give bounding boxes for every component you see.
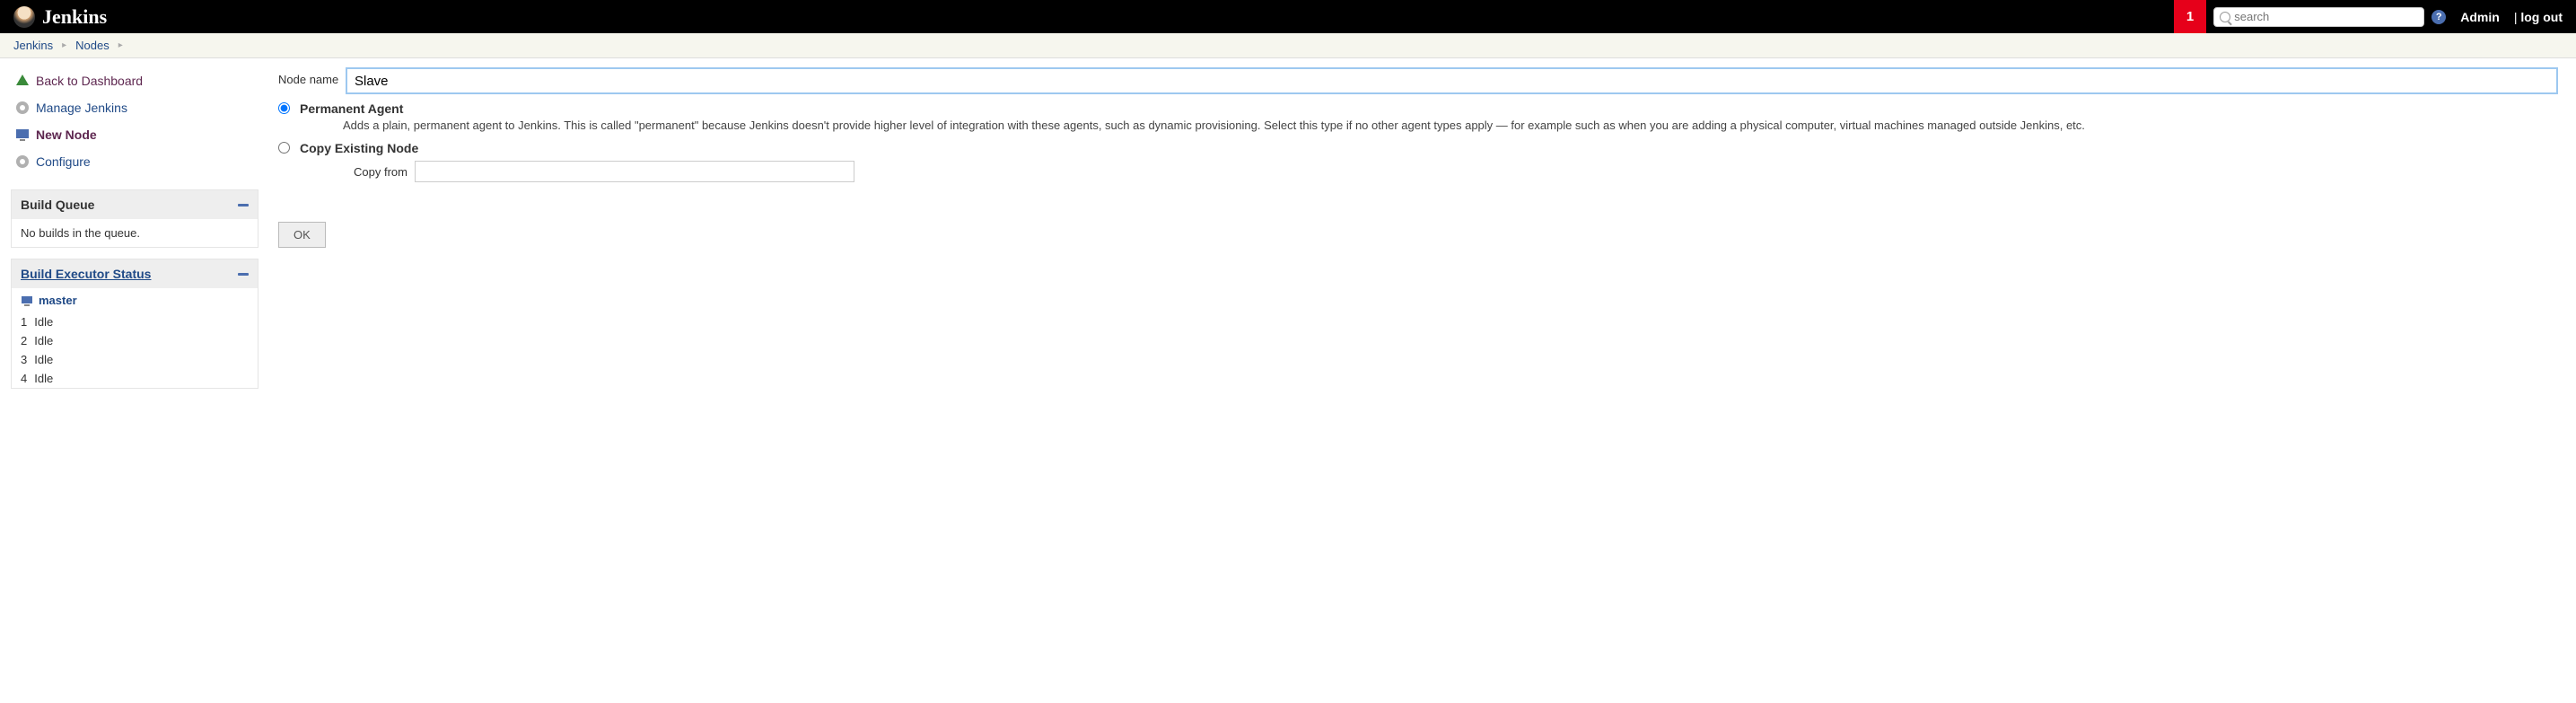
executor-row: 2 Idle bbox=[12, 331, 258, 350]
gear-icon bbox=[14, 100, 31, 116]
search-icon bbox=[2220, 12, 2230, 22]
breadcrumb-item[interactable]: Nodes bbox=[75, 39, 110, 52]
build-queue-body: No builds in the queue. bbox=[12, 219, 258, 247]
permanent-agent-title: Permanent Agent bbox=[300, 101, 2558, 116]
sidebar-item-manage-jenkins[interactable]: Manage Jenkins bbox=[11, 94, 258, 121]
executor-master[interactable]: master bbox=[12, 288, 258, 312]
breadcrumb-item[interactable]: Jenkins bbox=[13, 39, 53, 52]
permanent-agent-description: Adds a plain, permanent agent to Jenkins… bbox=[300, 118, 2558, 134]
app-name: Jenkins bbox=[42, 5, 107, 29]
breadcrumb: Jenkins ▸ Nodes ▸ bbox=[0, 33, 2576, 58]
search-input[interactable] bbox=[2234, 10, 2418, 23]
node-name-input[interactable] bbox=[346, 67, 2558, 94]
logout-link[interactable]: log out bbox=[2514, 10, 2563, 24]
executor-row: 4 Idle bbox=[12, 369, 258, 388]
chevron-right-icon: ▸ bbox=[118, 40, 123, 50]
notification-badge[interactable]: 1 bbox=[2174, 0, 2206, 33]
main-content: Node name Permanent Agent Adds a plain, … bbox=[269, 58, 2576, 409]
up-arrow-icon bbox=[14, 73, 31, 89]
sidebar-item-new-node[interactable]: New Node bbox=[11, 121, 258, 148]
copy-existing-radio[interactable] bbox=[278, 142, 290, 154]
help-icon[interactable]: ? bbox=[2431, 10, 2446, 24]
option-copy-existing[interactable]: Copy Existing Node Copy from bbox=[278, 137, 2558, 186]
computer-icon bbox=[14, 127, 31, 143]
build-queue-panel: Build Queue No builds in the queue. bbox=[11, 189, 258, 248]
sidebar-item-back-dashboard[interactable]: Back to Dashboard bbox=[11, 67, 258, 94]
collapse-icon[interactable] bbox=[238, 204, 249, 207]
search-input-wrap[interactable] bbox=[2213, 7, 2424, 27]
executor-status-panel: Build Executor Status master 1 Idle 2 Id… bbox=[11, 259, 258, 389]
copy-from-input[interactable] bbox=[415, 161, 854, 182]
node-name-label: Node name bbox=[278, 67, 346, 86]
computer-icon bbox=[21, 295, 33, 306]
option-permanent-agent[interactable]: Permanent Agent Adds a plain, permanent … bbox=[278, 98, 2558, 137]
build-queue-header: Build Queue bbox=[12, 190, 258, 219]
jenkins-logo-icon bbox=[13, 6, 35, 28]
permanent-agent-radio[interactable] bbox=[278, 102, 290, 114]
executor-row: 3 Idle bbox=[12, 350, 258, 369]
user-link[interactable]: Admin bbox=[2460, 10, 2500, 24]
executor-row: 1 Idle bbox=[12, 312, 258, 331]
gear-icon bbox=[14, 154, 31, 170]
ok-button[interactable]: OK bbox=[278, 222, 326, 248]
logo[interactable]: Jenkins bbox=[13, 5, 107, 29]
sidebar-item-configure[interactable]: Configure bbox=[11, 148, 258, 175]
copy-from-label: Copy from bbox=[321, 165, 407, 179]
executor-status-header[interactable]: Build Executor Status bbox=[12, 259, 258, 288]
sidebar: Back to Dashboard Manage Jenkins New Nod… bbox=[0, 58, 269, 409]
copy-existing-title: Copy Existing Node bbox=[300, 141, 2558, 155]
top-header: Jenkins 1 ? Admin log out bbox=[0, 0, 2576, 33]
collapse-icon[interactable] bbox=[238, 273, 249, 276]
chevron-right-icon: ▸ bbox=[62, 40, 66, 50]
